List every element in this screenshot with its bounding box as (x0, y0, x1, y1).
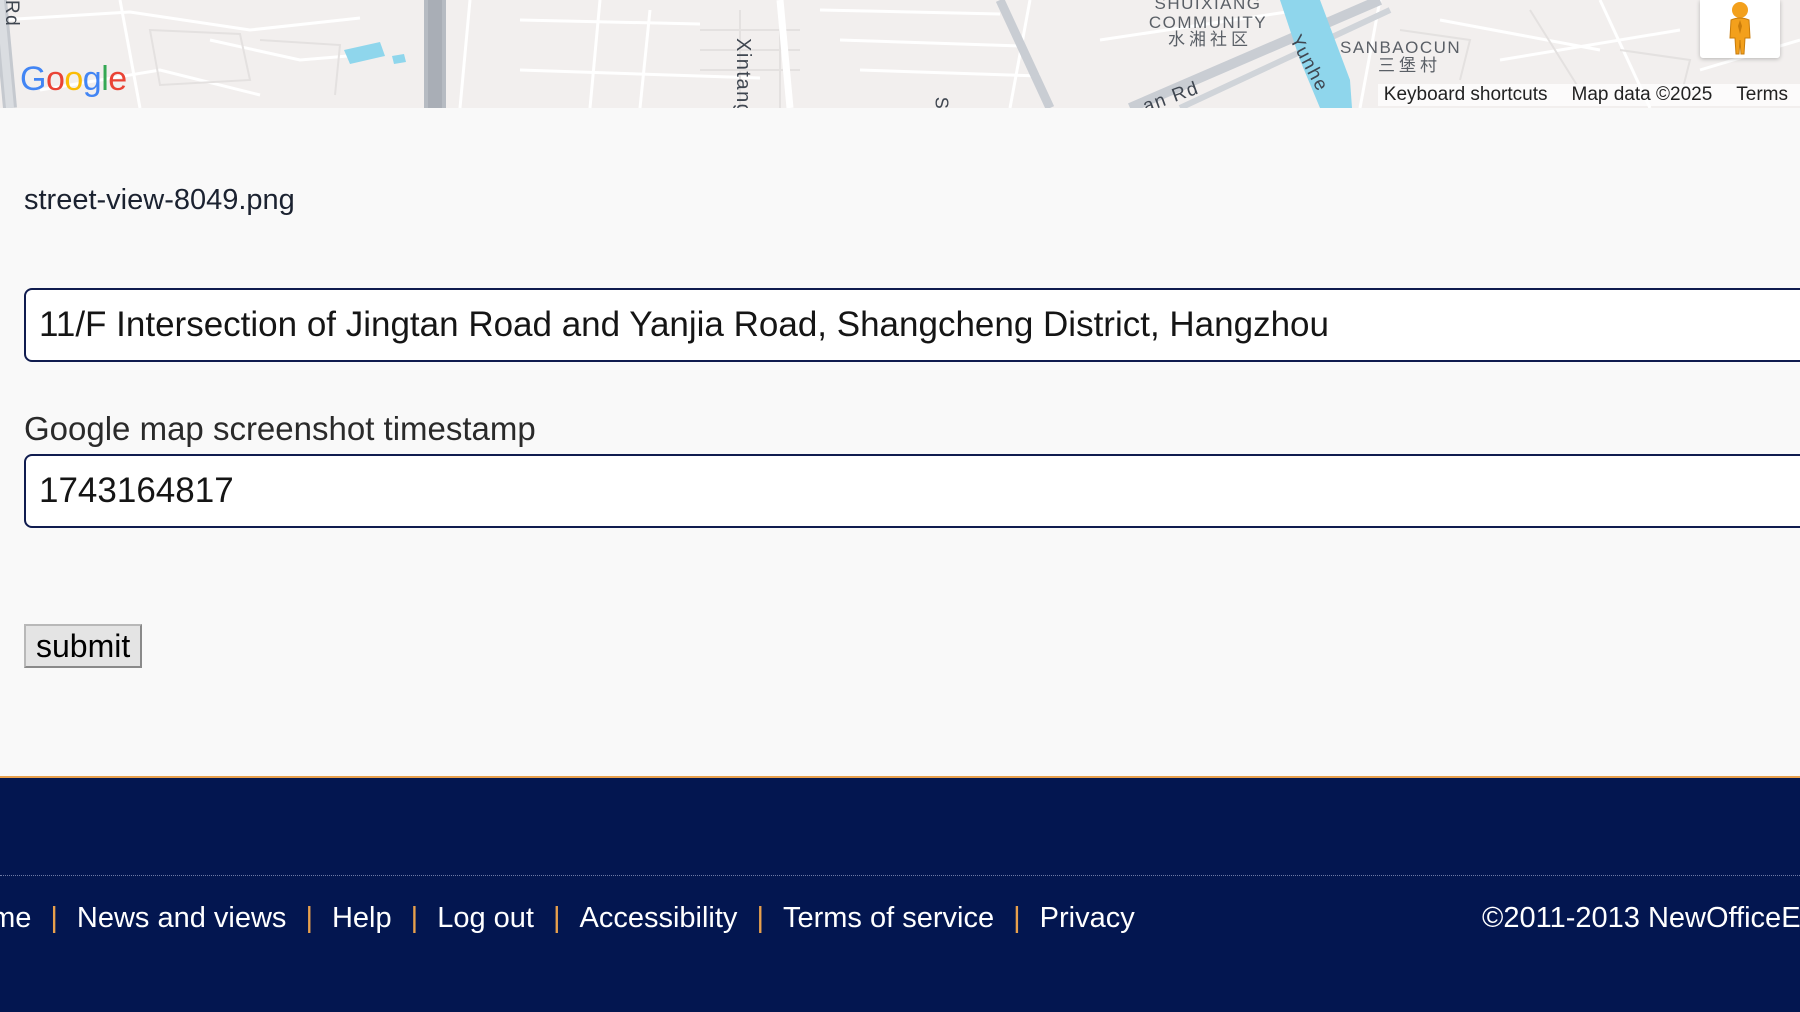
pegman-icon (1729, 2, 1751, 55)
map-label-community: SHUIXIANG COMMUNITY (1148, 0, 1268, 32)
footer-separator: | (50, 902, 58, 934)
map-attribution-bar: Keyboard shortcuts Map data ©2025 Terms (1377, 84, 1800, 106)
footer-separator: | (410, 902, 419, 934)
google-logo-letter: g (82, 60, 102, 98)
google-logo[interactable]: Google (20, 60, 127, 99)
timestamp-input[interactable] (24, 454, 1800, 528)
footer-separator: | (756, 902, 764, 934)
map-terms-link[interactable]: Terms (1736, 84, 1788, 106)
google-logo-letter: G (20, 60, 46, 98)
footer-link-privacy[interactable]: Privacy (1040, 902, 1135, 935)
map-view[interactable]: SHUIXIANG COMMUNITY 水湘社区 SANBAOCUN 三堡村 X… (0, 0, 1800, 108)
footer-separator: | (552, 902, 561, 934)
submit-button[interactable]: submit (24, 624, 143, 668)
pegman-button[interactable] (1700, 0, 1780, 58)
map-label-community-cn: 水湘社区 (1168, 30, 1252, 49)
map-label-s: S (931, 96, 952, 108)
google-logo-letter: o (64, 60, 83, 98)
google-logo-letter: o (45, 60, 65, 98)
copyright-text: ©2011-2013 NewOfficeEu (1482, 902, 1800, 934)
footer-link-logout[interactable]: Log out (437, 902, 534, 935)
map-data-text: Map data ©2025 (1571, 84, 1713, 105)
footer-separator: | (305, 902, 313, 934)
footer-nav: Home | News and views | Help | Log out |… (0, 902, 1135, 935)
map-label-rd: Rd (1, 0, 23, 28)
footer-separator: | (1013, 902, 1021, 934)
timestamp-label: Google map screenshot timestamp (24, 410, 536, 447)
map-label-sanbaocun: SANBAOCUN (1340, 38, 1462, 57)
footer-link-news[interactable]: News and views (77, 902, 287, 935)
footer-link-home[interactable]: Home (0, 902, 31, 935)
site-footer: Home | News and views | Help | Log out |… (0, 776, 1800, 1012)
map-label-xintang: Xintang (732, 38, 754, 108)
map-label-sanbaocun-cn: 三堡村 (1378, 56, 1441, 75)
address-input[interactable] (24, 288, 1800, 362)
footer-link-terms[interactable]: Terms of service (783, 902, 994, 935)
footer-link-help[interactable]: Help (332, 902, 392, 935)
filename-label: street-view-8049.png (24, 184, 295, 216)
google-logo-letter: e (108, 60, 127, 98)
footer-divider (0, 875, 1800, 876)
keyboard-shortcuts-link[interactable]: Keyboard shortcuts (1384, 84, 1548, 106)
footer-link-accessibility[interactable]: Accessibility (580, 902, 738, 935)
form-area: street-view-8049.png Google map screensh… (0, 108, 1800, 776)
